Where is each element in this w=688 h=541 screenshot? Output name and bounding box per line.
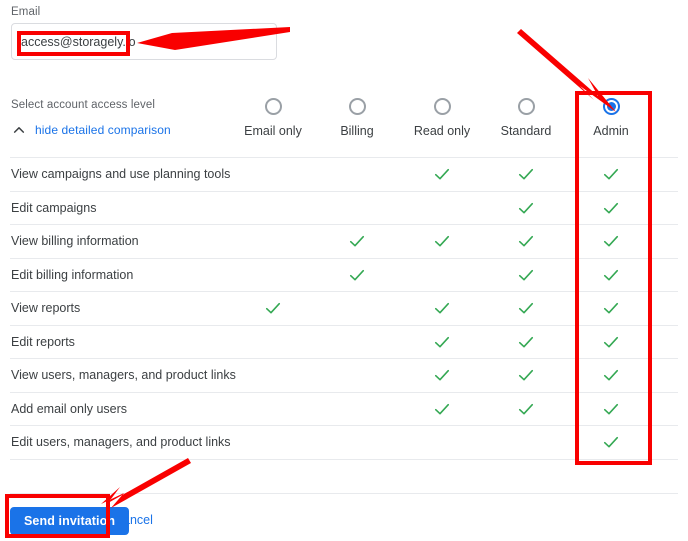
email-field-container[interactable]: [11, 23, 277, 60]
table-row-label: View campaigns and use planning tools: [11, 167, 231, 182]
radio-button-admin[interactable]: [602, 98, 620, 115]
check-icon: [516, 332, 536, 352]
access-level-label-admin: Admin: [593, 124, 629, 138]
radio-button-billing[interactable]: [348, 98, 366, 115]
access-level-label: Select account access level: [11, 99, 155, 111]
radio-button-read-only[interactable]: [433, 98, 451, 115]
toggle-detailed-comparison-label: hide detailed comparison: [35, 123, 171, 137]
check-icon: [432, 298, 452, 318]
check-icon: [516, 298, 536, 318]
table-row: Add email only users: [10, 391, 678, 426]
radio-button-email-only[interactable]: [264, 98, 282, 115]
table-row-label: Edit users, managers, and product links: [11, 435, 231, 450]
footer-divider: [10, 493, 678, 494]
email-input[interactable]: [21, 31, 261, 53]
radio-button-standard[interactable]: [517, 98, 535, 115]
email-label: Email: [11, 6, 41, 18]
table-row-label: Edit reports: [11, 334, 75, 349]
access-level-comparison-table: View campaigns and use planning tools Edi…: [10, 157, 678, 460]
check-icon: [432, 365, 452, 385]
arrow-to-send-invitation: [101, 458, 191, 508]
check-icon: [432, 164, 452, 184]
check-icon: [601, 432, 621, 452]
table-row-label: Edit billing information: [11, 267, 134, 282]
access-level-label-read-only: Read only: [413, 124, 471, 138]
access-level-option-admin[interactable]: Admin: [569, 98, 653, 138]
check-icon: [347, 231, 367, 251]
cancel-button[interactable]: Cancel: [114, 513, 153, 527]
table-row-label: View billing information: [11, 234, 139, 249]
table-row-label: View users, managers, and product links: [11, 368, 236, 383]
table-row: Edit reports: [10, 324, 678, 359]
check-icon: [263, 298, 283, 318]
send-invitation-button[interactable]: Send invitation: [10, 507, 130, 535]
toggle-detailed-comparison-link[interactable]: hide detailed comparison: [11, 122, 171, 138]
table-row: View billing information: [10, 224, 678, 258]
check-icon: [601, 198, 621, 218]
check-icon: [516, 231, 536, 251]
check-icon: [516, 164, 536, 184]
check-icon: [516, 265, 536, 285]
access-level-label-standard: Standard: [500, 124, 552, 138]
table-row-label: View reports: [11, 301, 81, 316]
check-icon: [601, 231, 621, 251]
check-icon: [601, 399, 621, 419]
access-level-option-email-only[interactable]: Email only: [231, 98, 315, 138]
table-row-label: Edit campaigns: [11, 200, 97, 215]
check-icon: [601, 365, 621, 385]
check-icon: [432, 399, 452, 419]
table-row: View users, managers, and product links: [10, 358, 678, 392]
table-row: Edit users, managers, and product links: [10, 425, 678, 460]
check-icon: [601, 332, 621, 352]
table-row: View campaigns and use planning tools: [10, 157, 678, 191]
check-icon: [601, 265, 621, 285]
access-level-option-read-only[interactable]: Read only: [400, 98, 484, 138]
table-row: Edit campaigns: [10, 190, 678, 225]
chevron-up-icon: [11, 122, 27, 138]
check-icon: [432, 332, 452, 352]
check-icon: [516, 399, 536, 419]
access-level-label-email-only: Email only: [244, 124, 302, 138]
access-level-label-billing: Billing: [340, 124, 374, 138]
check-icon: [516, 365, 536, 385]
check-icon: [601, 164, 621, 184]
table-row: View reports: [10, 291, 678, 325]
access-level-option-billing[interactable]: Billing: [315, 98, 399, 138]
check-icon: [347, 265, 367, 285]
table-row: Edit billing information: [10, 257, 678, 292]
check-icon: [601, 298, 621, 318]
check-icon: [516, 198, 536, 218]
table-row-label: Add email only users: [11, 401, 128, 416]
check-icon: [432, 231, 452, 251]
access-level-option-standard[interactable]: Standard: [484, 98, 568, 138]
